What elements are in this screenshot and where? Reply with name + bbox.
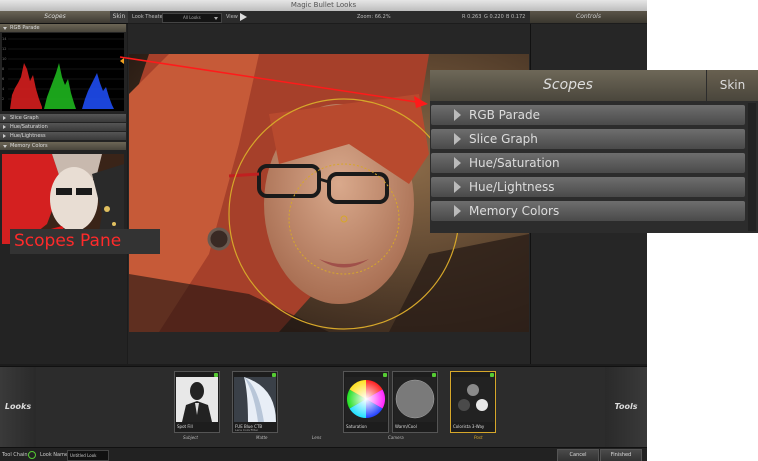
tool-warm-cool[interactable]: Warm/Cool <box>392 371 438 433</box>
lens-filter-icon <box>234 377 276 422</box>
category-lens: Lens <box>312 435 322 440</box>
tool-thumbnail <box>234 377 276 422</box>
cancel-button[interactable]: Cancel <box>557 449 599 461</box>
tools-tab[interactable]: Tools <box>605 367 647 447</box>
controls-tab[interactable]: Controls <box>530 11 647 23</box>
zoomed-item-hue-saturation[interactable]: Hue/Saturation <box>431 153 745 173</box>
r-readout: R 0.263 <box>462 14 482 20</box>
zoomed-item-label: RGB Parade <box>469 108 541 122</box>
tool-thumbnail <box>176 377 218 422</box>
category-subject: Subject <box>183 435 198 440</box>
scale-tick: 10 <box>2 57 6 61</box>
tool-colorista-3-way[interactable]: Colorista 3-Way <box>450 371 496 433</box>
tool-chain-label: Tool Chain: <box>2 452 30 458</box>
zoomed-scrollbar[interactable] <box>748 103 756 231</box>
play-icon[interactable] <box>240 13 247 21</box>
tool-thumbnail <box>345 377 387 422</box>
zoomed-skin-tab[interactable]: Skin <box>707 70 758 101</box>
scale-tick: 8 <box>2 67 4 71</box>
tool-thumbnail <box>452 377 494 422</box>
scale-tick: 6 <box>2 77 4 81</box>
scope-label: Hue/Saturation <box>10 124 48 130</box>
triangle-right-icon <box>3 125 6 129</box>
zoomed-item-label: Hue/Lightness <box>469 180 555 194</box>
tool-sublabel: Lens ColorFilter <box>235 428 259 432</box>
triangle-right-icon <box>3 116 6 120</box>
look-name-label: Look Name: <box>40 452 70 458</box>
finished-button[interactable]: Finished <box>600 449 642 461</box>
tool-label: Saturation <box>346 424 367 429</box>
scope-slice-graph[interactable]: Slice Graph <box>0 114 126 123</box>
triangle-right-icon <box>3 134 6 138</box>
zoomed-item-slice-graph[interactable]: Slice Graph <box>431 129 745 149</box>
b-readout: B 0.172 <box>506 14 526 20</box>
zoomed-header: Scopes Skin <box>430 70 758 101</box>
zoomed-item-hue-lightness[interactable]: Hue/Lightness <box>431 177 745 197</box>
scopes-pane-annotation: Scopes Pane <box>10 229 160 254</box>
zoom-readout: Zoom: 66.2% <box>357 14 391 20</box>
category-camera: Camera <box>388 435 404 440</box>
scope-memory-colors-header[interactable]: Memory Colors <box>0 142 126 150</box>
zoomed-scopes-panel: Scopes Skin RGB Parade Slice Graph Hue/S… <box>430 70 758 233</box>
tool-label: Colorista 3-Way <box>453 424 485 429</box>
color-wheel-icon <box>346 379 386 419</box>
triangle-down-icon <box>3 27 7 30</box>
look-name-field[interactable]: Untitled Look <box>67 450 109 461</box>
tool-spot-fill[interactable]: Spot Fill <box>174 371 220 433</box>
window-title: Magic Bullet Looks <box>0 0 647 11</box>
person-silhouette-icon <box>176 377 218 422</box>
skin-tab[interactable]: Skin <box>110 11 128 23</box>
scopes-tab[interactable]: Scopes <box>0 11 110 23</box>
tool-thumbnail <box>394 377 436 422</box>
scopes-pane: RGB Parade 14 12 10 8 6 4 2 Slice Graph … <box>0 24 127 364</box>
tool-fue-blue-ctb[interactable]: FUE Blue CTB Lens ColorFilter <box>232 371 278 433</box>
scope-label: Slice Graph <box>10 115 39 121</box>
category-post: Post <box>474 435 483 440</box>
tool-saturation[interactable]: Saturation <box>343 371 389 433</box>
zoomed-item-memory-colors[interactable]: Memory Colors <box>431 201 745 221</box>
scale-tick: 12 <box>2 47 6 51</box>
scale-tick: 2 <box>2 97 4 101</box>
status-bar: Tool Chain: Look Name: Untitled Look Can… <box>0 447 647 461</box>
scope-label: Hue/Lightness <box>10 133 46 139</box>
scope-hue-lightness[interactable]: Hue/Lightness <box>0 132 126 141</box>
three-way-icon <box>458 384 488 411</box>
look-theater-label: Look Theater <box>132 14 165 20</box>
tool-label: Spot Fill <box>177 424 193 429</box>
zoomed-scopes-tab[interactable]: Scopes <box>430 70 706 101</box>
triangle-right-icon <box>454 109 461 121</box>
zoomed-item-label: Memory Colors <box>469 204 560 218</box>
category-matte: Matte <box>256 435 268 440</box>
zoomed-item-label: Slice Graph <box>469 132 538 146</box>
triangle-right-icon <box>454 181 461 193</box>
triangle-right-icon <box>454 205 461 217</box>
rgb-parade-graph: 14 12 10 8 6 4 2 <box>2 37 124 109</box>
power-icon[interactable] <box>28 451 36 459</box>
left-pane-header: Scopes Skin <box>0 11 128 24</box>
scale-tick: 14 <box>2 37 7 41</box>
looks-tab[interactable]: Looks <box>0 367 36 447</box>
zoomed-item-label: Hue/Saturation <box>469 156 560 170</box>
g-readout: G 0.220 <box>484 14 504 20</box>
tool-chain-strip: Looks Spot Fill FUE Blue CTB Lens ColorF… <box>0 366 647 447</box>
triangle-right-icon <box>454 133 461 145</box>
look-theater-select[interactable]: All Looks <box>162 13 222 23</box>
triangle-right-icon <box>454 157 461 169</box>
chevron-down-icon <box>214 17 218 20</box>
rgb-parade-scope: 14 12 10 8 6 4 2 <box>2 33 124 111</box>
look-select-value: All Looks <box>183 15 201 20</box>
zoomed-item-rgb-parade[interactable]: RGB Parade <box>431 105 745 125</box>
triangle-down-icon <box>3 145 7 148</box>
gray-disc-icon <box>395 379 435 419</box>
scale-tick: 4 <box>2 87 5 91</box>
view-label: View <box>226 14 238 20</box>
scope-label: Memory Colors <box>10 143 48 149</box>
scope-hue-saturation[interactable]: Hue/Saturation <box>0 123 126 132</box>
scope-label: RGB Parade <box>10 25 40 31</box>
scope-rgb-parade-header[interactable]: RGB Parade <box>0 24 126 32</box>
tool-label: Warm/Cool <box>395 424 417 429</box>
viewer-toolbar: Look Theater All Looks View Zoom: 66.2% … <box>128 11 530 23</box>
